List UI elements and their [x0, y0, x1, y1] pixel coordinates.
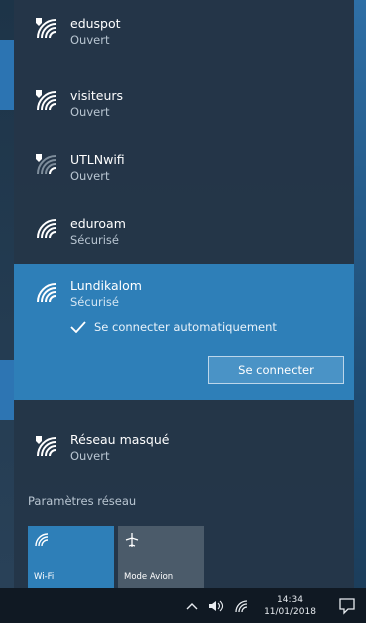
taskbar: 14:34 11/01/2018 — [0, 588, 366, 623]
network-name: Réseau masqué — [70, 432, 170, 447]
network-status: Ouvert — [70, 449, 110, 463]
system-tray: 14:34 11/01/2018 — [186, 588, 320, 623]
network-item-eduspot[interactable]: eduspot Ouvert — [14, 0, 354, 64]
auto-connect-checkbox[interactable]: Se connecter automatiquement — [70, 318, 277, 336]
network-status: Ouvert — [70, 33, 110, 47]
auto-connect-label: Se connecter automatiquement — [94, 320, 277, 334]
wifi-icon — [35, 533, 49, 547]
network-name: visiteurs — [70, 88, 124, 103]
airplane-icon — [125, 533, 139, 547]
chevron-up-icon[interactable] — [186, 601, 198, 611]
network-tray-icon[interactable] — [234, 599, 250, 613]
desktop-background-right — [354, 0, 366, 623]
network-name: eduspot — [70, 16, 121, 31]
quick-action-label: Mode Avion — [124, 572, 174, 582]
network-status: Sécurisé — [70, 295, 119, 309]
network-flyout: eduspot Ouvert visiteurs Ouvert UTLNwifi… — [14, 0, 354, 588]
wifi-open-icon — [36, 18, 57, 39]
clock-date: 11/01/2018 — [264, 606, 316, 617]
clock-time: 14:34 — [277, 594, 303, 605]
wifi-open-icon — [36, 436, 57, 457]
network-status: Ouvert — [70, 169, 110, 183]
network-status: Sécurisé — [70, 233, 119, 247]
desktop-background-strip — [0, 40, 14, 110]
network-item-hidden-network[interactable]: Réseau masqué Ouvert — [14, 422, 354, 486]
network-settings-link[interactable]: Paramètres réseau — [28, 494, 136, 508]
wifi-secured-icon — [37, 283, 57, 303]
network-name: eduroam — [70, 216, 126, 231]
checkmark-icon — [70, 321, 86, 333]
taskbar-clock[interactable]: 14:34 11/01/2018 — [260, 594, 320, 618]
network-item-utlnwifi[interactable]: UTLNwifi Ouvert — [14, 128, 354, 192]
action-center-icon[interactable] — [338, 597, 356, 615]
network-item-visiteurs[interactable]: visiteurs Ouvert — [14, 64, 354, 128]
network-name: Lundikalom — [70, 278, 142, 293]
network-name: UTLNwifi — [70, 152, 125, 167]
wifi-open-icon — [36, 90, 57, 111]
wifi-secured-icon — [37, 219, 57, 239]
connect-button[interactable]: Se connecter — [208, 356, 344, 384]
desktop-background-strip — [0, 360, 14, 420]
wifi-weak-open-icon — [36, 154, 57, 175]
network-status: Ouvert — [70, 105, 110, 119]
quick-action-label: Wi-Fi — [34, 572, 55, 582]
network-item-eduroam[interactable]: eduroam Sécurisé — [14, 192, 354, 256]
quick-action-airplane-mode[interactable]: Mode Avion — [118, 526, 204, 588]
speaker-icon[interactable] — [208, 599, 224, 613]
quick-action-wifi[interactable]: Wi-Fi — [28, 526, 114, 588]
network-item-lundikalom[interactable]: Lundikalom Sécurisé Se connecter automat… — [14, 264, 354, 400]
